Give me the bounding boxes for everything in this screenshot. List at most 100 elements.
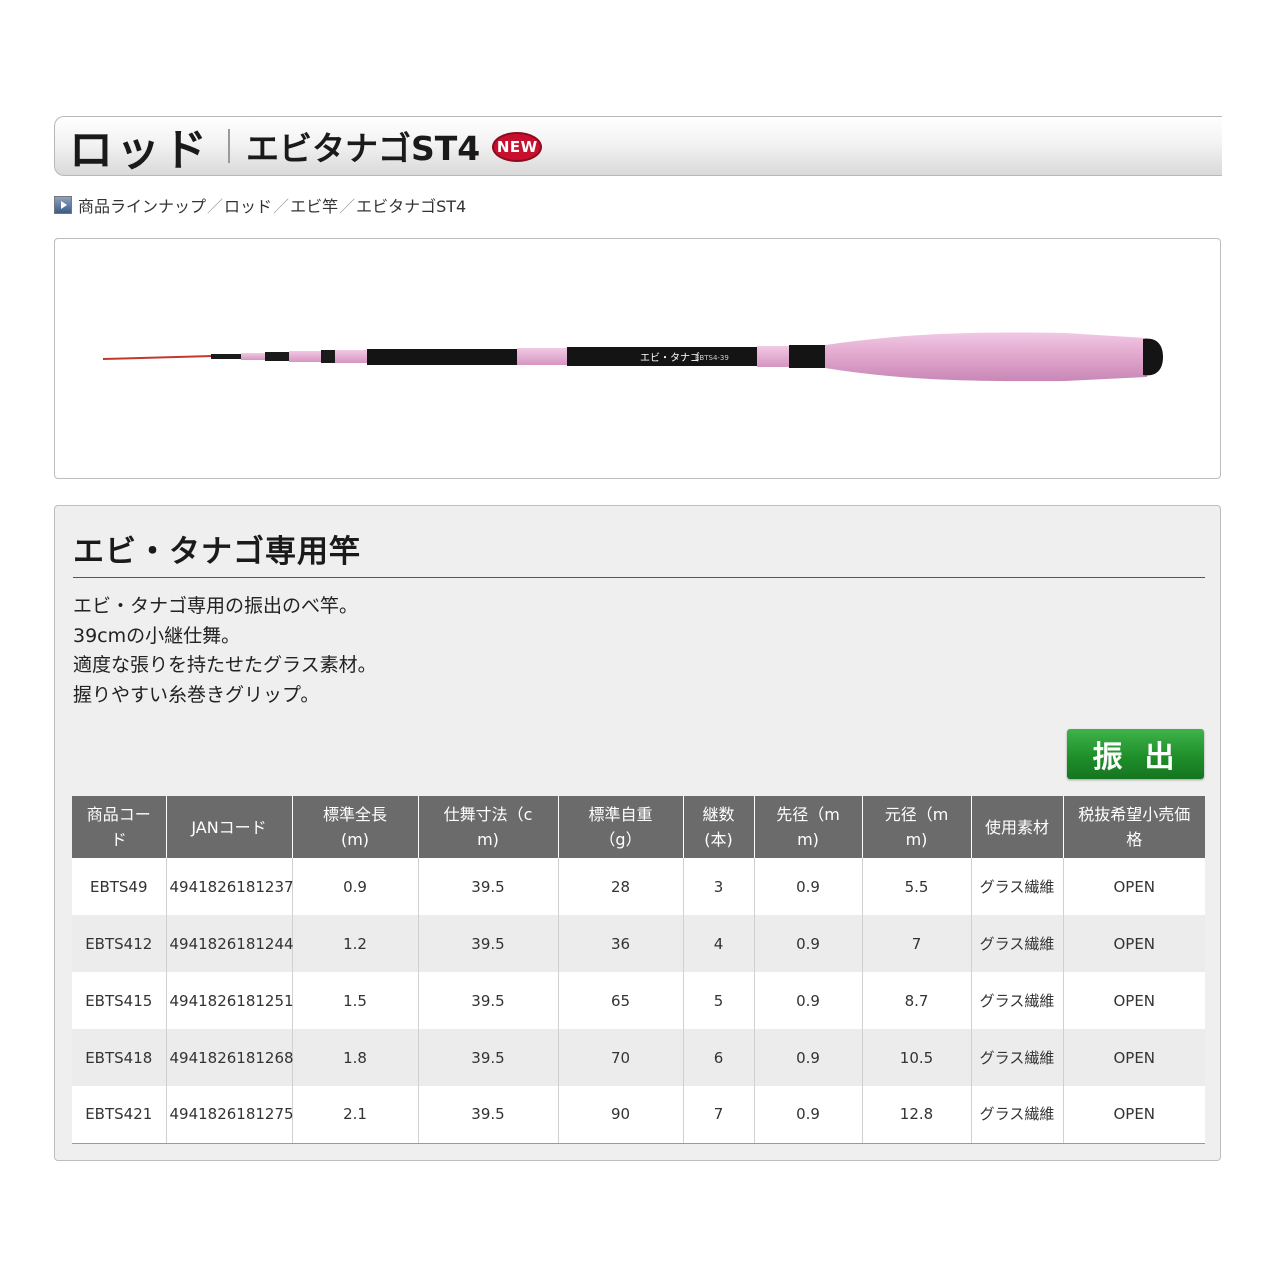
cell-price: OPEN	[1063, 972, 1205, 1029]
cell-length: 1.8	[292, 1029, 419, 1086]
breadcrumb-item-ebi-rod[interactable]: エビ竿	[290, 193, 338, 217]
cell-sections: 7	[683, 1086, 755, 1144]
table-row: EBTS412 4941826181244 1.2 39.5 36 4 0.9 7 グラス繊維 O…	[72, 915, 1205, 972]
table-row: EBTS49 4941826181237 0.9 39.5 28 3 0.9 5.5 グラス繊維…	[72, 858, 1205, 915]
rod-segment	[211, 354, 241, 359]
product-info-panel: エビ・タナゴ専用竿 エビ・タナゴ専用の振出のべ竿。 39cmの小継仕舞。 適度な…	[54, 505, 1221, 1161]
table-row: EBTS418 4941826181268 1.8 39.5 70 6 0.9 10.5 グラス…	[72, 1029, 1205, 1086]
header-length: 標準全長 (m)	[292, 796, 419, 858]
rod-segment	[241, 353, 265, 360]
rod-code: EBTS4-39	[695, 354, 729, 362]
description-line: エビ・タナゴ専用の振出のべ竿。	[73, 595, 359, 617]
cell-sections: 5	[683, 972, 755, 1029]
cell-product-code: EBTS415	[72, 972, 167, 1029]
title-divider	[228, 129, 230, 163]
product-image-panel: エビ・タナゴ EBTS4-39	[54, 238, 1221, 479]
breadcrumb-item-current: エビタナゴST4	[356, 197, 467, 216]
rod-segment	[321, 350, 335, 363]
cell-length: 2.1	[292, 1086, 419, 1144]
cell-price: OPEN	[1063, 858, 1205, 915]
fishing-rod-image: エビ・タナゴ EBTS4-39	[102, 332, 1163, 382]
cell-length: 0.9	[292, 858, 419, 915]
cell-closed-length: 39.5	[418, 1029, 559, 1086]
cell-product-code: EBTS49	[72, 858, 167, 915]
breadcrumb-item-rod[interactable]: ロッド	[224, 193, 272, 217]
cell-sections: 4	[683, 915, 755, 972]
cell-weight: 36	[558, 915, 684, 972]
cell-material: グラス繊維	[971, 1086, 1064, 1144]
breadcrumb-separator: ／	[273, 197, 290, 216]
cell-material: グラス繊維	[971, 915, 1064, 972]
cell-length: 1.2	[292, 915, 419, 972]
breadcrumb-separator: ／	[207, 197, 224, 216]
cell-closed-length: 39.5	[418, 858, 559, 915]
rod-segment	[757, 346, 789, 367]
header-tip-diameter: 先径（m m)	[754, 796, 863, 858]
table-row: EBTS415 4941826181251 1.5 39.5 65 5 0.9 8.7 グラス繊…	[72, 972, 1205, 1029]
breadcrumb: 商品ラインナップ ／ ロッド ／ エビ竿 ／ エビタナゴST4	[54, 193, 466, 217]
header-sections: 継数 (本)	[683, 796, 755, 858]
header-weight: 標準自重 （g）	[558, 796, 684, 858]
breadcrumb-separator: ／	[339, 197, 356, 216]
cell-sections: 3	[683, 858, 755, 915]
cell-price: OPEN	[1063, 1029, 1205, 1086]
cell-tip-diameter: 0.9	[754, 972, 863, 1029]
cell-tip-diameter: 0.9	[754, 858, 863, 915]
cell-closed-length: 39.5	[418, 972, 559, 1029]
spec-table: 商品コード JANコード 標準全長 (m) 仕舞寸法（c m) 標準自重 （g） 継数…	[72, 796, 1205, 1144]
section-divider	[73, 577, 1205, 578]
header-closed-length: 仕舞寸法（c m)	[418, 796, 559, 858]
cell-weight: 28	[558, 858, 684, 915]
cell-material: グラス繊維	[971, 1029, 1064, 1086]
header-material: 使用素材	[971, 796, 1064, 858]
cell-jan-code: 4941826181268	[166, 1029, 294, 1086]
cell-butt-diameter: 10.5	[862, 1029, 972, 1086]
rod-segment	[289, 351, 321, 362]
page-title-bar: ロッド エビタナゴST4 NEW	[54, 116, 1222, 176]
rod-grip	[825, 332, 1147, 382]
header-product-code: 商品コード	[72, 796, 167, 858]
rod-label: エビ・タナゴ	[640, 351, 700, 364]
description-line: 適度な張りを持たせたグラス素材。	[73, 654, 377, 676]
cell-weight: 70	[558, 1029, 684, 1086]
description-line: 39cmの小継仕舞。	[73, 624, 241, 647]
cell-jan-code: 4941826181244	[166, 915, 294, 972]
cell-tip-diameter: 0.9	[754, 1029, 863, 1086]
rod-segment	[265, 352, 289, 361]
cell-length: 1.5	[292, 972, 419, 1029]
breadcrumb-item-lineup[interactable]: 商品ラインナップ	[78, 193, 206, 217]
rod-segment	[517, 348, 567, 365]
cell-closed-length: 39.5	[418, 915, 559, 972]
header-price: 税抜希望小売価格	[1063, 796, 1205, 858]
cell-jan-code: 4941826181237	[166, 858, 294, 915]
description-line: 握りやすい糸巻きグリップ。	[73, 683, 320, 706]
rod-segment	[789, 345, 827, 368]
cell-product-code: EBTS421	[72, 1086, 167, 1144]
rod-butt-cap	[1143, 338, 1163, 376]
section-title: エビ・タナゴ専用竿	[73, 534, 361, 570]
cell-price: OPEN	[1063, 1086, 1205, 1144]
telescopic-type-button[interactable]: 振出	[1067, 729, 1204, 779]
breadcrumb-arrow-icon	[54, 196, 72, 214]
cell-product-code: EBTS412	[72, 915, 167, 972]
cell-closed-length: 39.5	[418, 1086, 559, 1144]
rod-segment	[335, 350, 367, 363]
cell-butt-diameter: 8.7	[862, 972, 972, 1029]
new-badge: NEW	[492, 132, 543, 162]
cell-sections: 6	[683, 1029, 755, 1086]
product-name: エビタナゴST4	[246, 129, 481, 168]
cell-butt-diameter: 12.8	[862, 1086, 972, 1144]
table-row: EBTS421 4941826181275 2.1 39.5 90 7 0.9 12.8 グラス…	[72, 1086, 1205, 1144]
cell-tip-diameter: 0.9	[754, 1086, 863, 1144]
page-title: ロッド	[69, 125, 210, 176]
cell-weight: 65	[558, 972, 684, 1029]
cell-butt-diameter: 7	[862, 915, 972, 972]
cell-material: グラス繊維	[971, 858, 1064, 915]
cell-butt-diameter: 5.5	[862, 858, 972, 915]
header-jan-code: JANコード	[166, 796, 293, 858]
cell-weight: 90	[558, 1086, 684, 1144]
header-butt-diameter: 元径（m m)	[862, 796, 972, 858]
cell-material: グラス繊維	[971, 972, 1064, 1029]
cell-price: OPEN	[1063, 915, 1205, 972]
cell-jan-code: 4941826181275	[166, 1086, 294, 1144]
